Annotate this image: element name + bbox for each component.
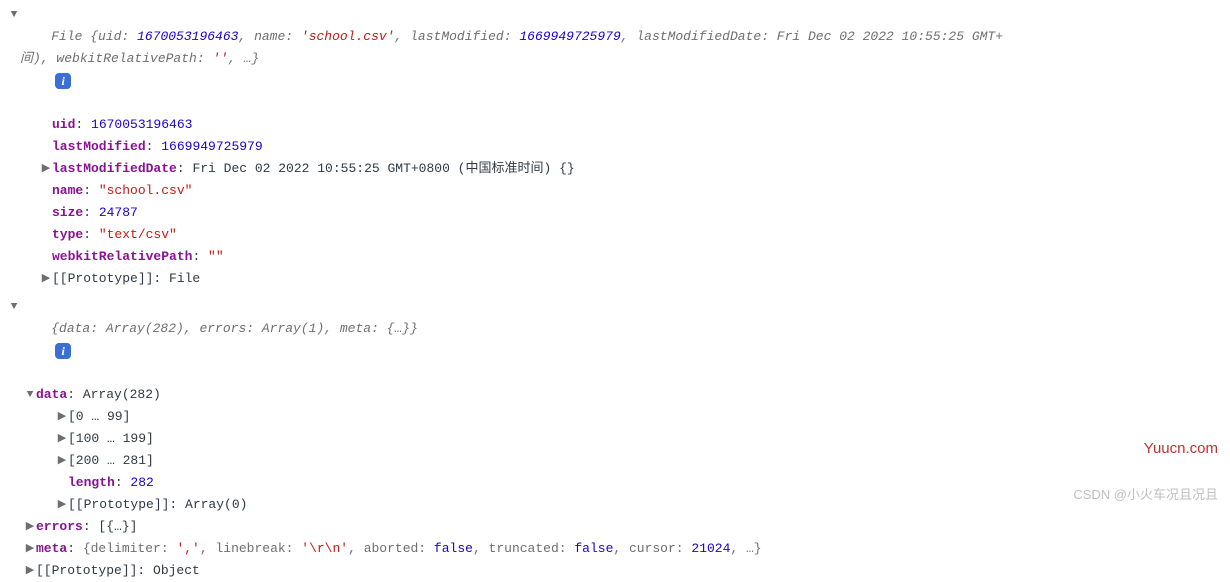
prop-data[interactable]: data: Array(282): [8, 384, 1222, 406]
prop-lastmodified[interactable]: lastModified: 1669949725979: [8, 136, 1222, 158]
prop-prototype-array[interactable]: [[Prototype]]: Array(0): [8, 494, 1222, 516]
prop-uid[interactable]: uid: 1670053196463: [8, 114, 1222, 136]
array-range-0[interactable]: [0 … 99]: [8, 406, 1222, 428]
expand-toggle-icon[interactable]: [56, 450, 68, 472]
prop-length[interactable]: length: 282: [8, 472, 1222, 494]
prop-prototype-object[interactable]: [[Prototype]]: Object: [8, 560, 1222, 582]
prop-type[interactable]: type: "text/csv": [8, 224, 1222, 246]
watermark-csdn: CSDN @小火车况且况且: [1073, 484, 1218, 506]
prop-prototype-file[interactable]: [[Prototype]]: File: [8, 268, 1222, 290]
info-icon[interactable]: [55, 343, 71, 359]
expand-toggle-icon[interactable]: [24, 560, 36, 582]
expand-toggle-icon[interactable]: [56, 406, 68, 428]
prop-meta[interactable]: meta: {delimiter: ',', linebreak: '\r\n'…: [8, 538, 1222, 560]
expand-toggle-icon[interactable]: [24, 384, 36, 406]
expand-toggle-icon[interactable]: [56, 428, 68, 450]
prop-name[interactable]: name: "school.csv": [8, 180, 1222, 202]
array-range-1[interactable]: [100 … 199]: [8, 428, 1222, 450]
prop-webkitrelativepath[interactable]: webkitRelativePath: "": [8, 246, 1222, 268]
expand-toggle-icon[interactable]: [24, 516, 36, 538]
expand-toggle-icon[interactable]: [24, 538, 36, 560]
object2-header-row[interactable]: {data: Array(282), errors: Array(1), met…: [8, 296, 1222, 384]
file-header-summary: File {uid: 1670053196463, name: 'school.…: [20, 4, 1222, 114]
info-icon[interactable]: [55, 73, 71, 89]
watermark-yuucn: Yuucn.com: [1144, 438, 1218, 460]
prop-errors[interactable]: errors: [{…}]: [8, 516, 1222, 538]
expand-toggle-icon[interactable]: [40, 158, 52, 180]
array-range-2[interactable]: [200 … 281]: [8, 450, 1222, 472]
expand-toggle-icon[interactable]: [40, 268, 52, 290]
file-header-row[interactable]: File {uid: 1670053196463, name: 'school.…: [8, 4, 1222, 114]
expand-toggle-icon[interactable]: [8, 296, 20, 318]
expand-toggle-icon[interactable]: [8, 4, 20, 26]
prop-lastmodifieddate[interactable]: lastModifiedDate: Fri Dec 02 2022 10:55:…: [8, 158, 1222, 180]
expand-toggle-icon[interactable]: [56, 494, 68, 516]
prop-size[interactable]: size: 24787: [8, 202, 1222, 224]
